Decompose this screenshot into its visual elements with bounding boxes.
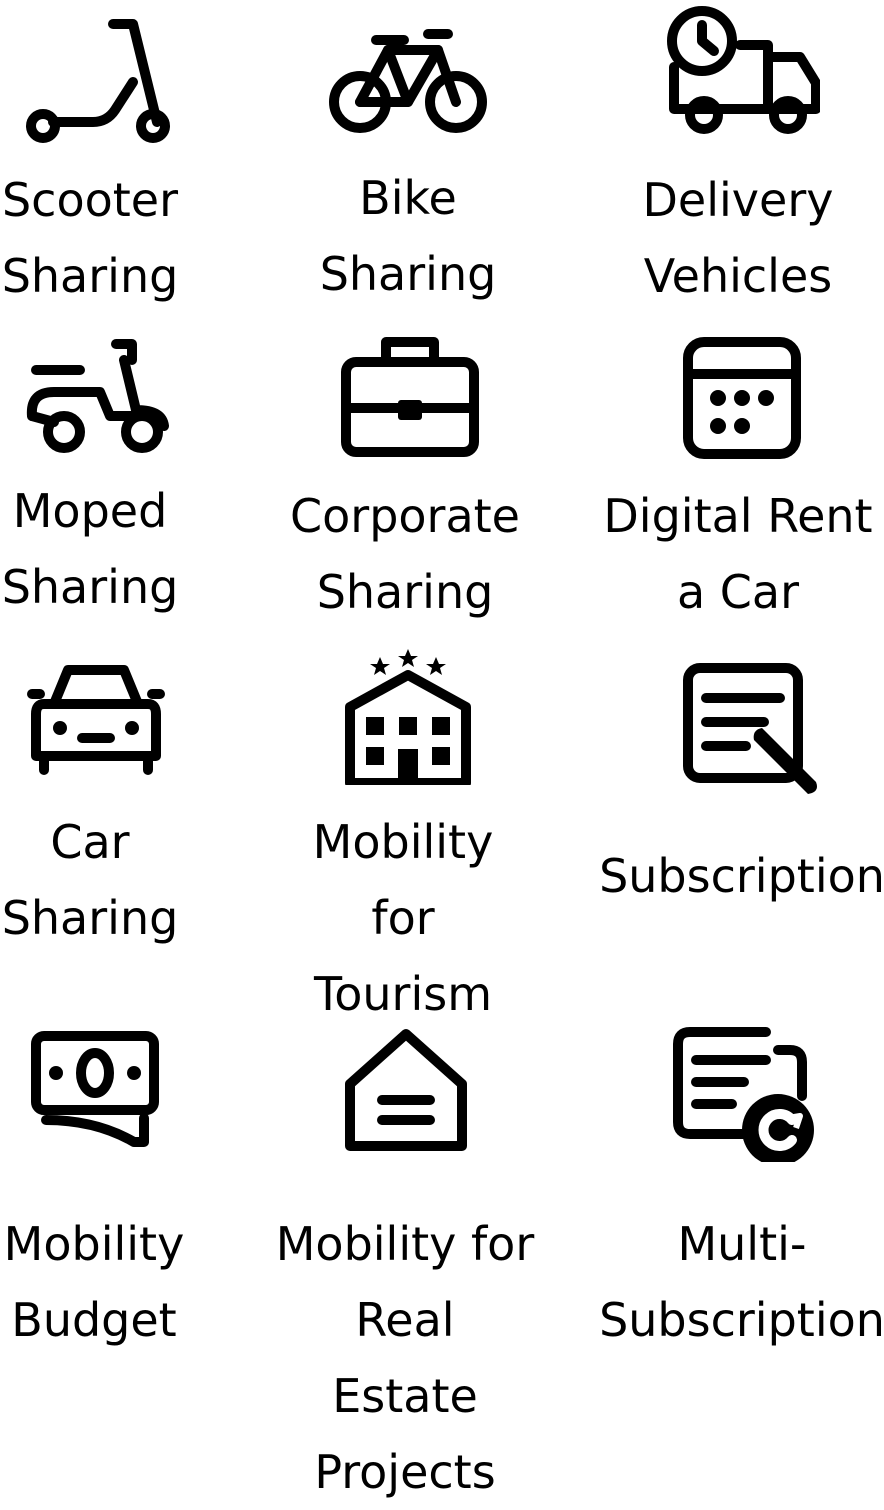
briefcase-icon [330,330,490,470]
tile-label: Mobility for Real Estate Projects [275,1217,535,1499]
scooter-icon [15,10,175,150]
tile-label: Digital Rent a Car [603,489,873,619]
tile-label: Moped Sharing [1,484,179,614]
services-grid: Scooter Sharing Bike Sharing Delivery Ve… [0,0,884,1499]
document-pen-icon [668,660,828,800]
tile-label: Mobility Budget [3,1217,185,1347]
tile-label: Corporate Sharing [290,489,520,619]
bicycle-icon [328,10,488,150]
calendar-icon [662,330,822,470]
house-icon [326,1018,486,1158]
hotel-icon [328,645,488,785]
delivery-truck-clock-icon [660,5,820,145]
moped-icon [20,330,180,470]
tile-label: Subscription [599,849,884,903]
tile-label: Bike Sharing [319,171,497,301]
tile-label: Multi- Subscription [599,1217,884,1347]
tile-label: Mobility for Tourism [312,815,494,1021]
documents-refresh-icon [662,1022,822,1162]
banknote-icon [16,1022,176,1162]
tile-label: Scooter Sharing [1,173,179,303]
car-icon [16,652,176,792]
tile-label: Delivery Vehicles [642,173,834,303]
tile-label: Car Sharing [1,815,179,945]
